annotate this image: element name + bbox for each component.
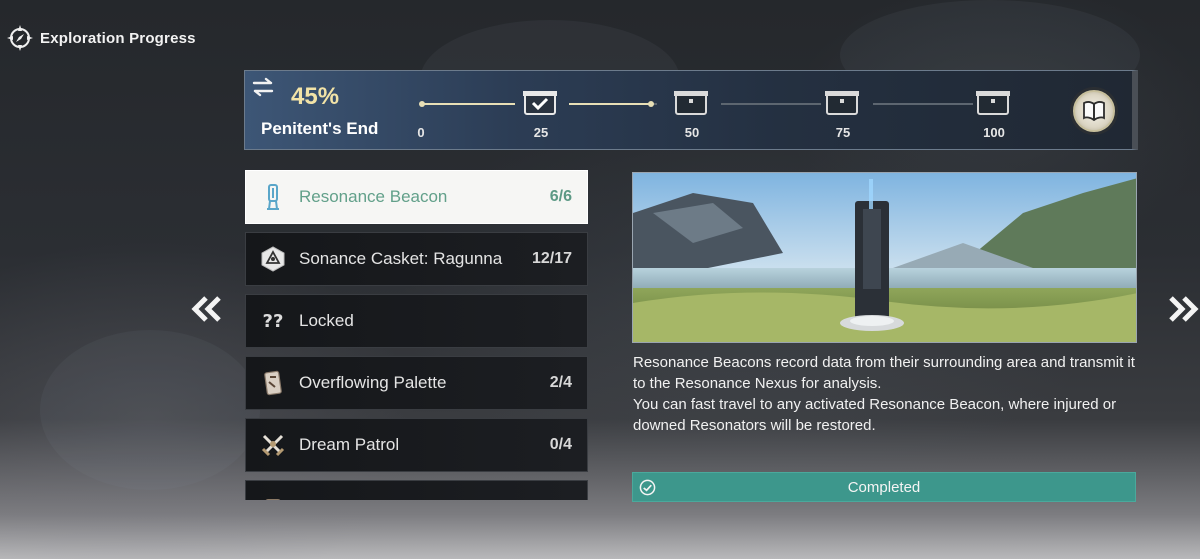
chest-icon[interactable] [674, 90, 708, 116]
category-label: Sonance Casket: Ragunna [299, 249, 503, 268]
progress-track [873, 103, 973, 105]
category-item-locked[interactable]: ?? Locked [245, 294, 588, 348]
category-list: Resonance Beacon 6/6 Sonance Casket: Rag… [245, 170, 589, 500]
progress-track-filled [421, 103, 515, 105]
category-preview-image [632, 172, 1137, 343]
beacon-icon [267, 184, 279, 210]
category-icon [265, 499, 281, 500]
chest-icon[interactable] [825, 90, 859, 116]
double-chevron-left-icon[interactable] [190, 292, 224, 326]
palette-icon [264, 370, 282, 396]
progress-percent: 45% [291, 83, 340, 110]
exploration-progress-banner: 45% Penitent's End 0 25 50 75 100 [244, 70, 1138, 150]
double-chevron-right-icon[interactable] [1166, 292, 1200, 326]
category-item-partial[interactable] [245, 480, 588, 500]
category-item-dream-patrol[interactable]: Dream Patrol 0/4 [245, 418, 588, 472]
map-background [40, 330, 260, 490]
milestone-label: 100 [983, 125, 1005, 140]
category-count: 12/17 [531, 250, 572, 267]
final-reward-button[interactable] [1073, 90, 1115, 132]
unknown-icon: ?? [262, 310, 284, 332]
book-icon [1083, 101, 1105, 122]
swap-arrows-icon[interactable] [251, 77, 275, 97]
region-name: Penitent's End [261, 119, 379, 138]
category-label: Resonance Beacon [299, 187, 448, 206]
chest-checked-icon[interactable] [523, 90, 557, 116]
category-item-resonance-beacon[interactable]: Resonance Beacon 6/6 [245, 170, 588, 224]
description-line: You can fast travel to any activated Res… [633, 396, 1117, 434]
category-item-sonance-casket[interactable]: Sonance Casket: Ragunna 12/17 [245, 232, 588, 286]
compass-icon [7, 25, 33, 51]
category-description: Resonance Beacons record data from their… [633, 352, 1138, 436]
category-count: 0/4 [549, 436, 572, 453]
category-label: Overflowing Palette [299, 373, 447, 392]
chest-icon[interactable] [976, 90, 1010, 116]
milestone-dot [648, 101, 654, 107]
category-item-overflowing-palette[interactable]: Overflowing Palette 2/4 [245, 356, 588, 410]
resonance-beacon-scene [633, 173, 1136, 342]
category-count: 2/4 [549, 374, 572, 391]
description-line: Resonance Beacons record data from their… [633, 354, 1135, 392]
status-text: Completed [847, 478, 921, 496]
page-title: Exploration Progress [40, 29, 196, 47]
check-circle-icon [639, 479, 656, 496]
milestone-label: 25 [533, 125, 549, 140]
completion-status-badge: Completed [632, 472, 1136, 502]
progress-track-filled [569, 103, 651, 105]
page-header: Exploration Progress [6, 24, 196, 52]
milestone-label: 75 [835, 125, 851, 140]
category-label: Locked [299, 311, 354, 330]
category-count: 6/6 [549, 188, 572, 205]
milestone-label: 50 [684, 125, 700, 140]
category-label: Dream Patrol [299, 435, 400, 454]
crossed-swords-icon [261, 434, 285, 457]
milestone-label: 0 [417, 125, 425, 140]
progress-track [721, 103, 821, 105]
casket-icon [261, 246, 285, 272]
milestone-dot [419, 101, 425, 107]
